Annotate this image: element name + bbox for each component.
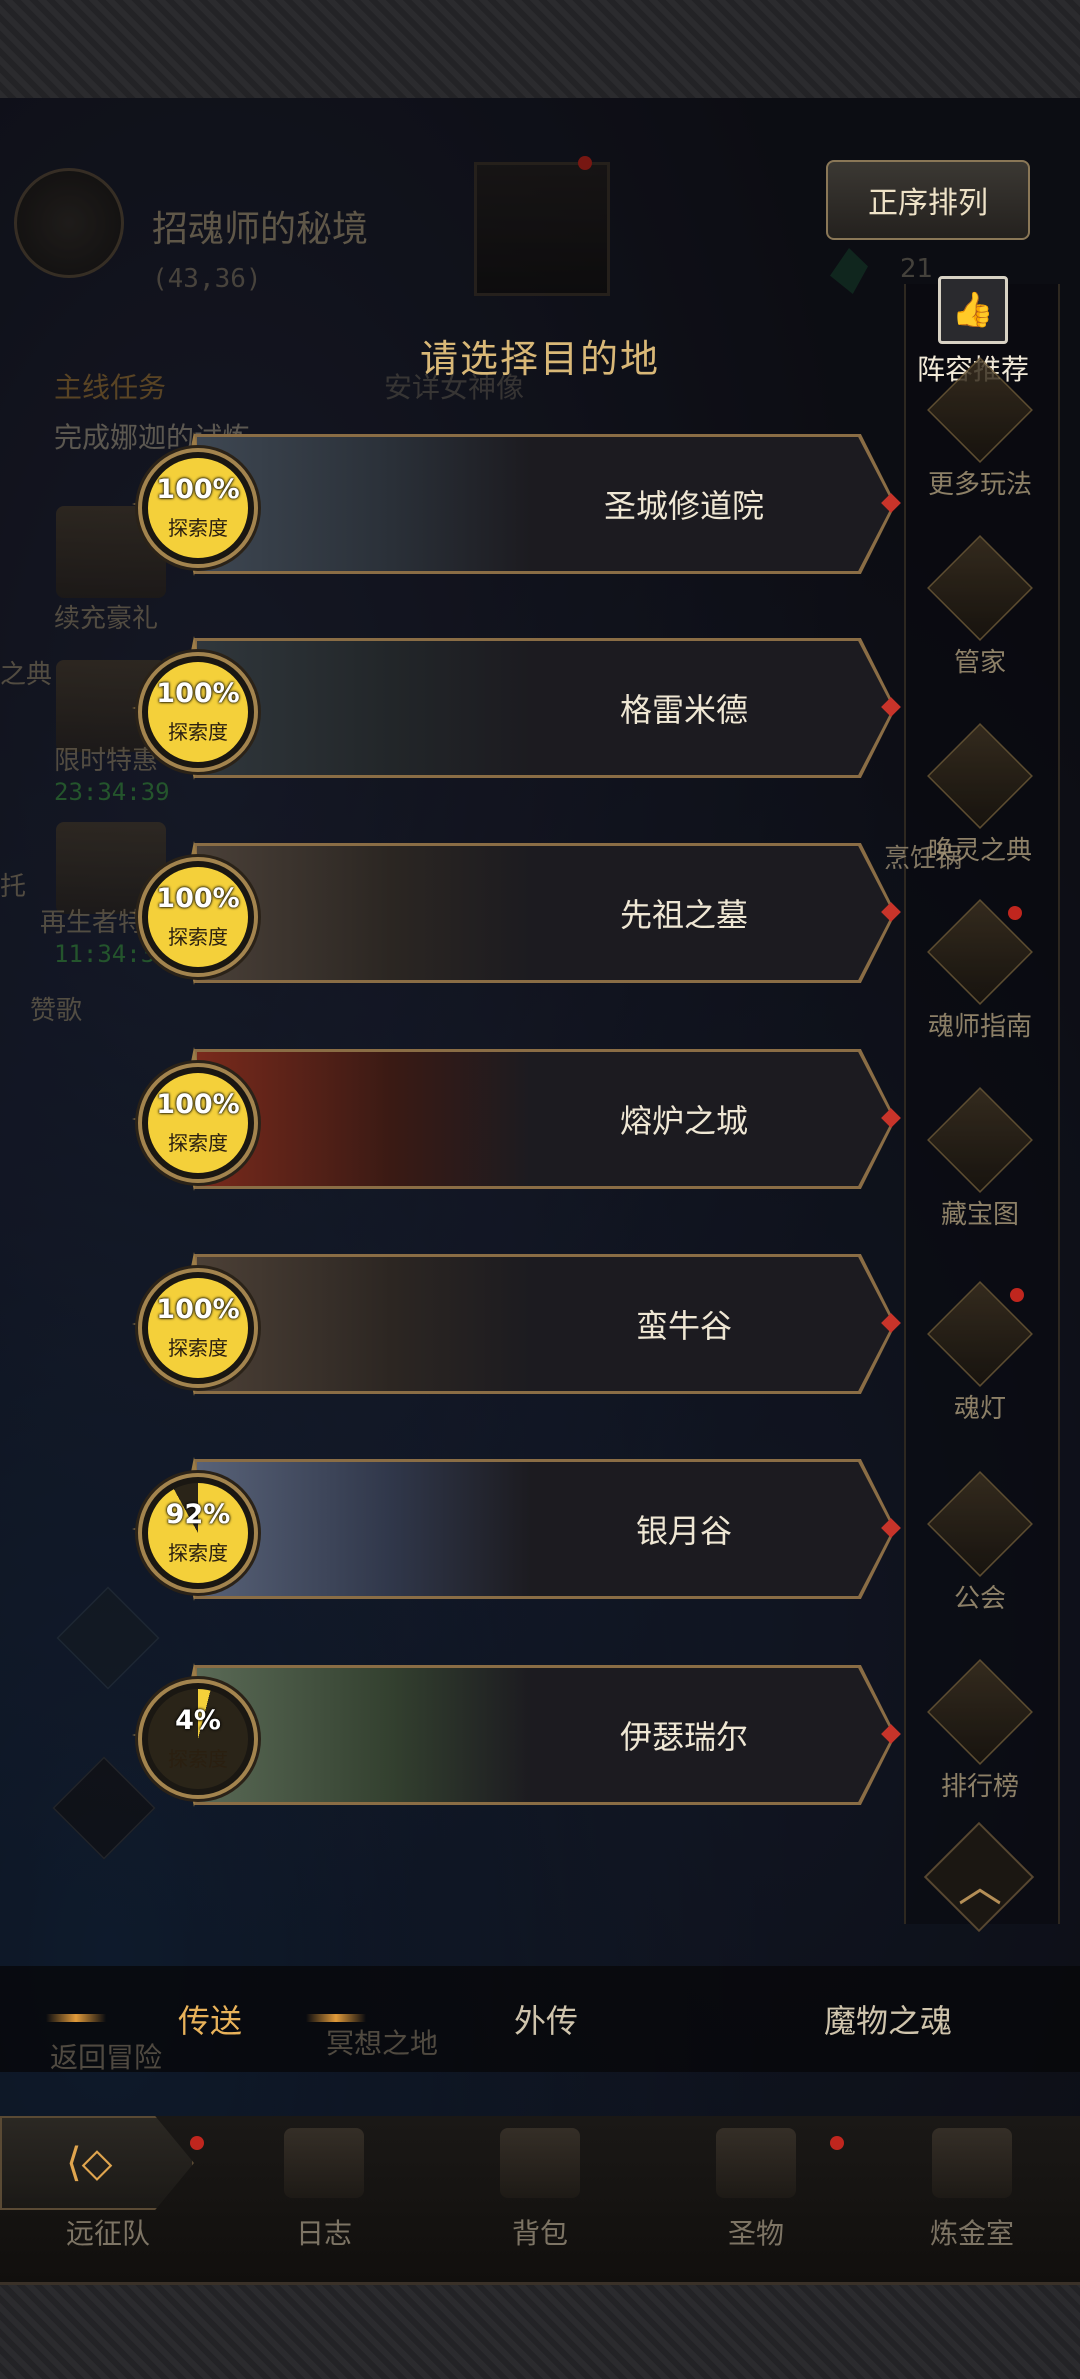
treasure-map-icon bbox=[927, 1087, 1033, 1193]
notification-dot bbox=[1010, 1288, 1024, 1302]
progress-percent: 4% bbox=[175, 1705, 221, 1736]
steward-icon bbox=[927, 535, 1033, 641]
alchemy-icon bbox=[932, 2128, 1012, 2198]
tab-side-story[interactable]: 外传 bbox=[446, 1966, 646, 2072]
nav-label: 日志 bbox=[295, 2217, 352, 2250]
guild-icon bbox=[927, 1471, 1033, 1577]
progress-label: 探索度 bbox=[168, 925, 228, 949]
progress-percent: 100% bbox=[156, 1294, 240, 1325]
exploration-badge: 100% 探索度 bbox=[138, 857, 258, 977]
sidebar-item-treasure-map[interactable]: 藏宝图 bbox=[900, 1087, 1060, 1231]
exploration-badge: 100% 探索度 bbox=[138, 448, 258, 568]
progress-percent: 100% bbox=[156, 678, 240, 709]
exploration-badge: 100% 探索度 bbox=[138, 652, 258, 772]
nav-backpack[interactable]: 背包 bbox=[432, 2128, 648, 2252]
destination-name: 伊瑟瑞尔 bbox=[619, 1718, 748, 1756]
progress-percent: 100% bbox=[156, 883, 240, 914]
backpack-icon bbox=[500, 2128, 580, 2198]
destination-row[interactable]: 圣城修道院 100% 探索度 bbox=[132, 432, 901, 576]
sidebar-label: 排行榜 bbox=[940, 1772, 1019, 1802]
nav-label: 圣物 bbox=[727, 2217, 784, 2250]
bottom-frame bbox=[0, 2282, 1080, 2379]
destination-row[interactable]: 银月谷 92% 探索度 bbox=[132, 1457, 901, 1601]
nav-expedition[interactable]: 远征队 bbox=[0, 2128, 216, 2252]
progress-fill bbox=[148, 867, 248, 967]
trophy-icon bbox=[927, 1659, 1033, 1765]
progress-label: 探索度 bbox=[168, 1131, 228, 1155]
progress-percent: 100% bbox=[156, 1089, 240, 1120]
nav-alchemy[interactable]: 炼金室 bbox=[864, 2128, 1080, 2252]
nav-label: 炼金室 bbox=[929, 2217, 1014, 2250]
tab-arrow-right-icon bbox=[306, 2014, 366, 2022]
sidebar-label: 魂师指南 bbox=[927, 1012, 1032, 1042]
exploration-badge: 92% 探索度 bbox=[138, 1473, 258, 1593]
progress-percent: 100% bbox=[156, 474, 240, 505]
sidebar-label: 藏宝图 bbox=[940, 1200, 1019, 1230]
destination-row[interactable]: 伊瑟瑞尔 4% 探索度 bbox=[132, 1663, 901, 1807]
progress-fill bbox=[148, 1689, 248, 1789]
exploration-badge: 100% 探索度 bbox=[138, 1063, 258, 1183]
progress-label: 探索度 bbox=[168, 516, 228, 540]
sidebar-label: 更多玩法 bbox=[927, 470, 1032, 500]
nav-label: 背包 bbox=[511, 2217, 568, 2250]
sidebar-item-guide[interactable]: 魂师指南 bbox=[900, 899, 1060, 1043]
tab-teleport[interactable]: 传送 bbox=[110, 1966, 310, 2072]
progress-fill bbox=[148, 1073, 248, 1173]
destination-name: 格雷米德 bbox=[619, 691, 748, 729]
exploration-badge: 4% 探索度 bbox=[138, 1679, 258, 1799]
sidebar-item-magic-lamp[interactable]: 魂灯 bbox=[900, 1281, 1060, 1425]
spellbook-icon bbox=[927, 723, 1033, 829]
sidebar-item-guild[interactable]: 公会 bbox=[900, 1471, 1060, 1615]
progress-fill bbox=[148, 1278, 248, 1378]
exploration-badge: 100% 探索度 bbox=[138, 1268, 258, 1388]
nav-label: 远征队 bbox=[65, 2217, 150, 2250]
sidebar-item-steward[interactable]: 管家 bbox=[900, 535, 1060, 679]
progress-label: 探索度 bbox=[168, 1336, 228, 1360]
nav-relic[interactable]: 圣物 bbox=[648, 2128, 864, 2252]
progress-fill bbox=[148, 458, 248, 558]
progress-label: 探索度 bbox=[168, 720, 228, 744]
destination-name: 熔炉之城 bbox=[619, 1102, 748, 1140]
destination-row[interactable]: 蛮牛谷 100% 探索度 bbox=[132, 1252, 901, 1396]
meditation-land-label: 冥想之地 bbox=[326, 2027, 439, 2060]
tab-arrow-left-icon bbox=[46, 2014, 106, 2022]
destination-name: 蛮牛谷 bbox=[635, 1307, 732, 1345]
journal-icon bbox=[284, 2128, 364, 2198]
top-frame bbox=[0, 0, 1080, 101]
progress-percent: 92% bbox=[165, 1499, 231, 1530]
destination-name: 圣城修道院 bbox=[603, 487, 764, 525]
sidebar-label: 管家 bbox=[953, 648, 1006, 678]
relic-icon bbox=[716, 2128, 796, 2198]
sidebar-label: 魂灯 bbox=[953, 1394, 1006, 1424]
nav-journal[interactable]: 日志 bbox=[216, 2128, 432, 2252]
chevron-up-icon: ︿ bbox=[958, 1861, 1002, 1912]
progress-fill bbox=[148, 1483, 248, 1583]
destination-name: 银月谷 bbox=[635, 1512, 732, 1550]
tab-bar: 返回冒险 冥想之地 传送 外传 魔物之魂 bbox=[0, 1966, 1080, 2074]
progress-label: 探索度 bbox=[168, 1541, 228, 1565]
sort-order-button[interactable]: 正序排列 bbox=[826, 160, 1030, 240]
select-destination-title: 请选择目的地 bbox=[419, 337, 660, 381]
destination-name: 先祖之墓 bbox=[619, 896, 748, 934]
progress-fill bbox=[148, 662, 248, 762]
tab-monster-soul[interactable]: 魔物之魂 bbox=[768, 1966, 1008, 2072]
sidebar-label: 公会 bbox=[953, 1584, 1006, 1614]
destination-row[interactable]: 格雷米德 100% 探索度 bbox=[132, 636, 901, 780]
notification-dot bbox=[1008, 906, 1022, 920]
sidebar-item-leaderboard[interactable]: 排行榜 bbox=[900, 1659, 1060, 1803]
progress-label: 探索度 bbox=[168, 1747, 228, 1771]
destination-row[interactable]: 熔炉之城 100% 探索度 bbox=[132, 1047, 901, 1191]
destination-row[interactable]: 先祖之墓 100% 探索度 bbox=[132, 841, 901, 985]
